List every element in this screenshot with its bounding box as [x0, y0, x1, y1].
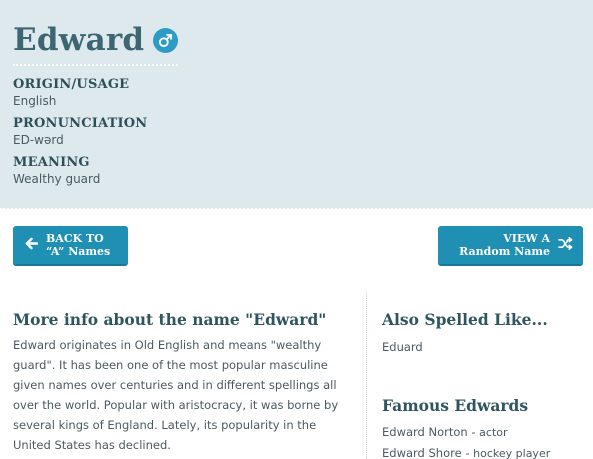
more-info-section: More info about the name "Edward" Edward… — [13, 310, 353, 455]
famous-list: Edward Norton - actor Edward Shore - hoc… — [382, 422, 587, 459]
back-button-line1: BACK TO — [46, 232, 104, 245]
more-info-heading: More info about the name "Edward" — [13, 310, 327, 329]
arrow-left-icon — [25, 237, 39, 253]
header-divider — [0, 208, 593, 210]
random-button-line1: VIEW A — [503, 232, 550, 245]
back-button-label: BACK TO “A” Names — [46, 232, 110, 258]
shuffle-icon — [558, 237, 573, 253]
meaning-value: Wealthy guard — [13, 172, 101, 186]
famous-role: hockey player — [473, 447, 551, 459]
random-button-line2: Random Name — [459, 245, 550, 258]
name-facts: ORIGIN/USAGE English PRONUNCIATION ED-wə… — [13, 77, 147, 194]
male-symbol-icon — [153, 27, 179, 53]
famous-item: Edward Shore - hockey player — [382, 446, 551, 459]
back-button-line2: “A” Names — [46, 245, 111, 258]
famous-name: Edward Norton — [382, 425, 468, 439]
name-header-panel: Edward ORIGIN/USAGE English PRONUNCIATIO… — [0, 0, 593, 209]
meaning-label: MEANING — [13, 155, 90, 170]
origin-value: English — [13, 94, 57, 108]
also-spelled-heading: Also Spelled Like... — [382, 310, 548, 329]
random-button-label: VIEW A Random Name — [459, 232, 550, 258]
more-info-text: Edward originates in Old English and mea… — [13, 338, 339, 452]
famous-name: Edward Shore — [382, 446, 462, 459]
page-title: Edward — [13, 22, 145, 58]
name-title-row: Edward — [13, 22, 179, 66]
pronunciation-label: PRONUNCIATION — [13, 116, 148, 131]
famous-item: Edward Norton - actor — [382, 425, 508, 439]
column-divider — [366, 292, 367, 459]
alt-spelling-item: Eduard — [382, 340, 423, 354]
back-to-a-names-button[interactable]: BACK TO “A” Names — [13, 226, 128, 266]
origin-label: ORIGIN/USAGE — [13, 77, 130, 92]
sidebar: Also Spelled Like... Eduard Famous Edwar… — [382, 310, 587, 459]
pronunciation-value: ED-wərd — [13, 133, 64, 147]
famous-heading: Famous Edwards — [382, 396, 529, 415]
view-random-name-button[interactable]: VIEW A Random Name — [438, 226, 583, 266]
famous-role: actor — [479, 426, 508, 439]
